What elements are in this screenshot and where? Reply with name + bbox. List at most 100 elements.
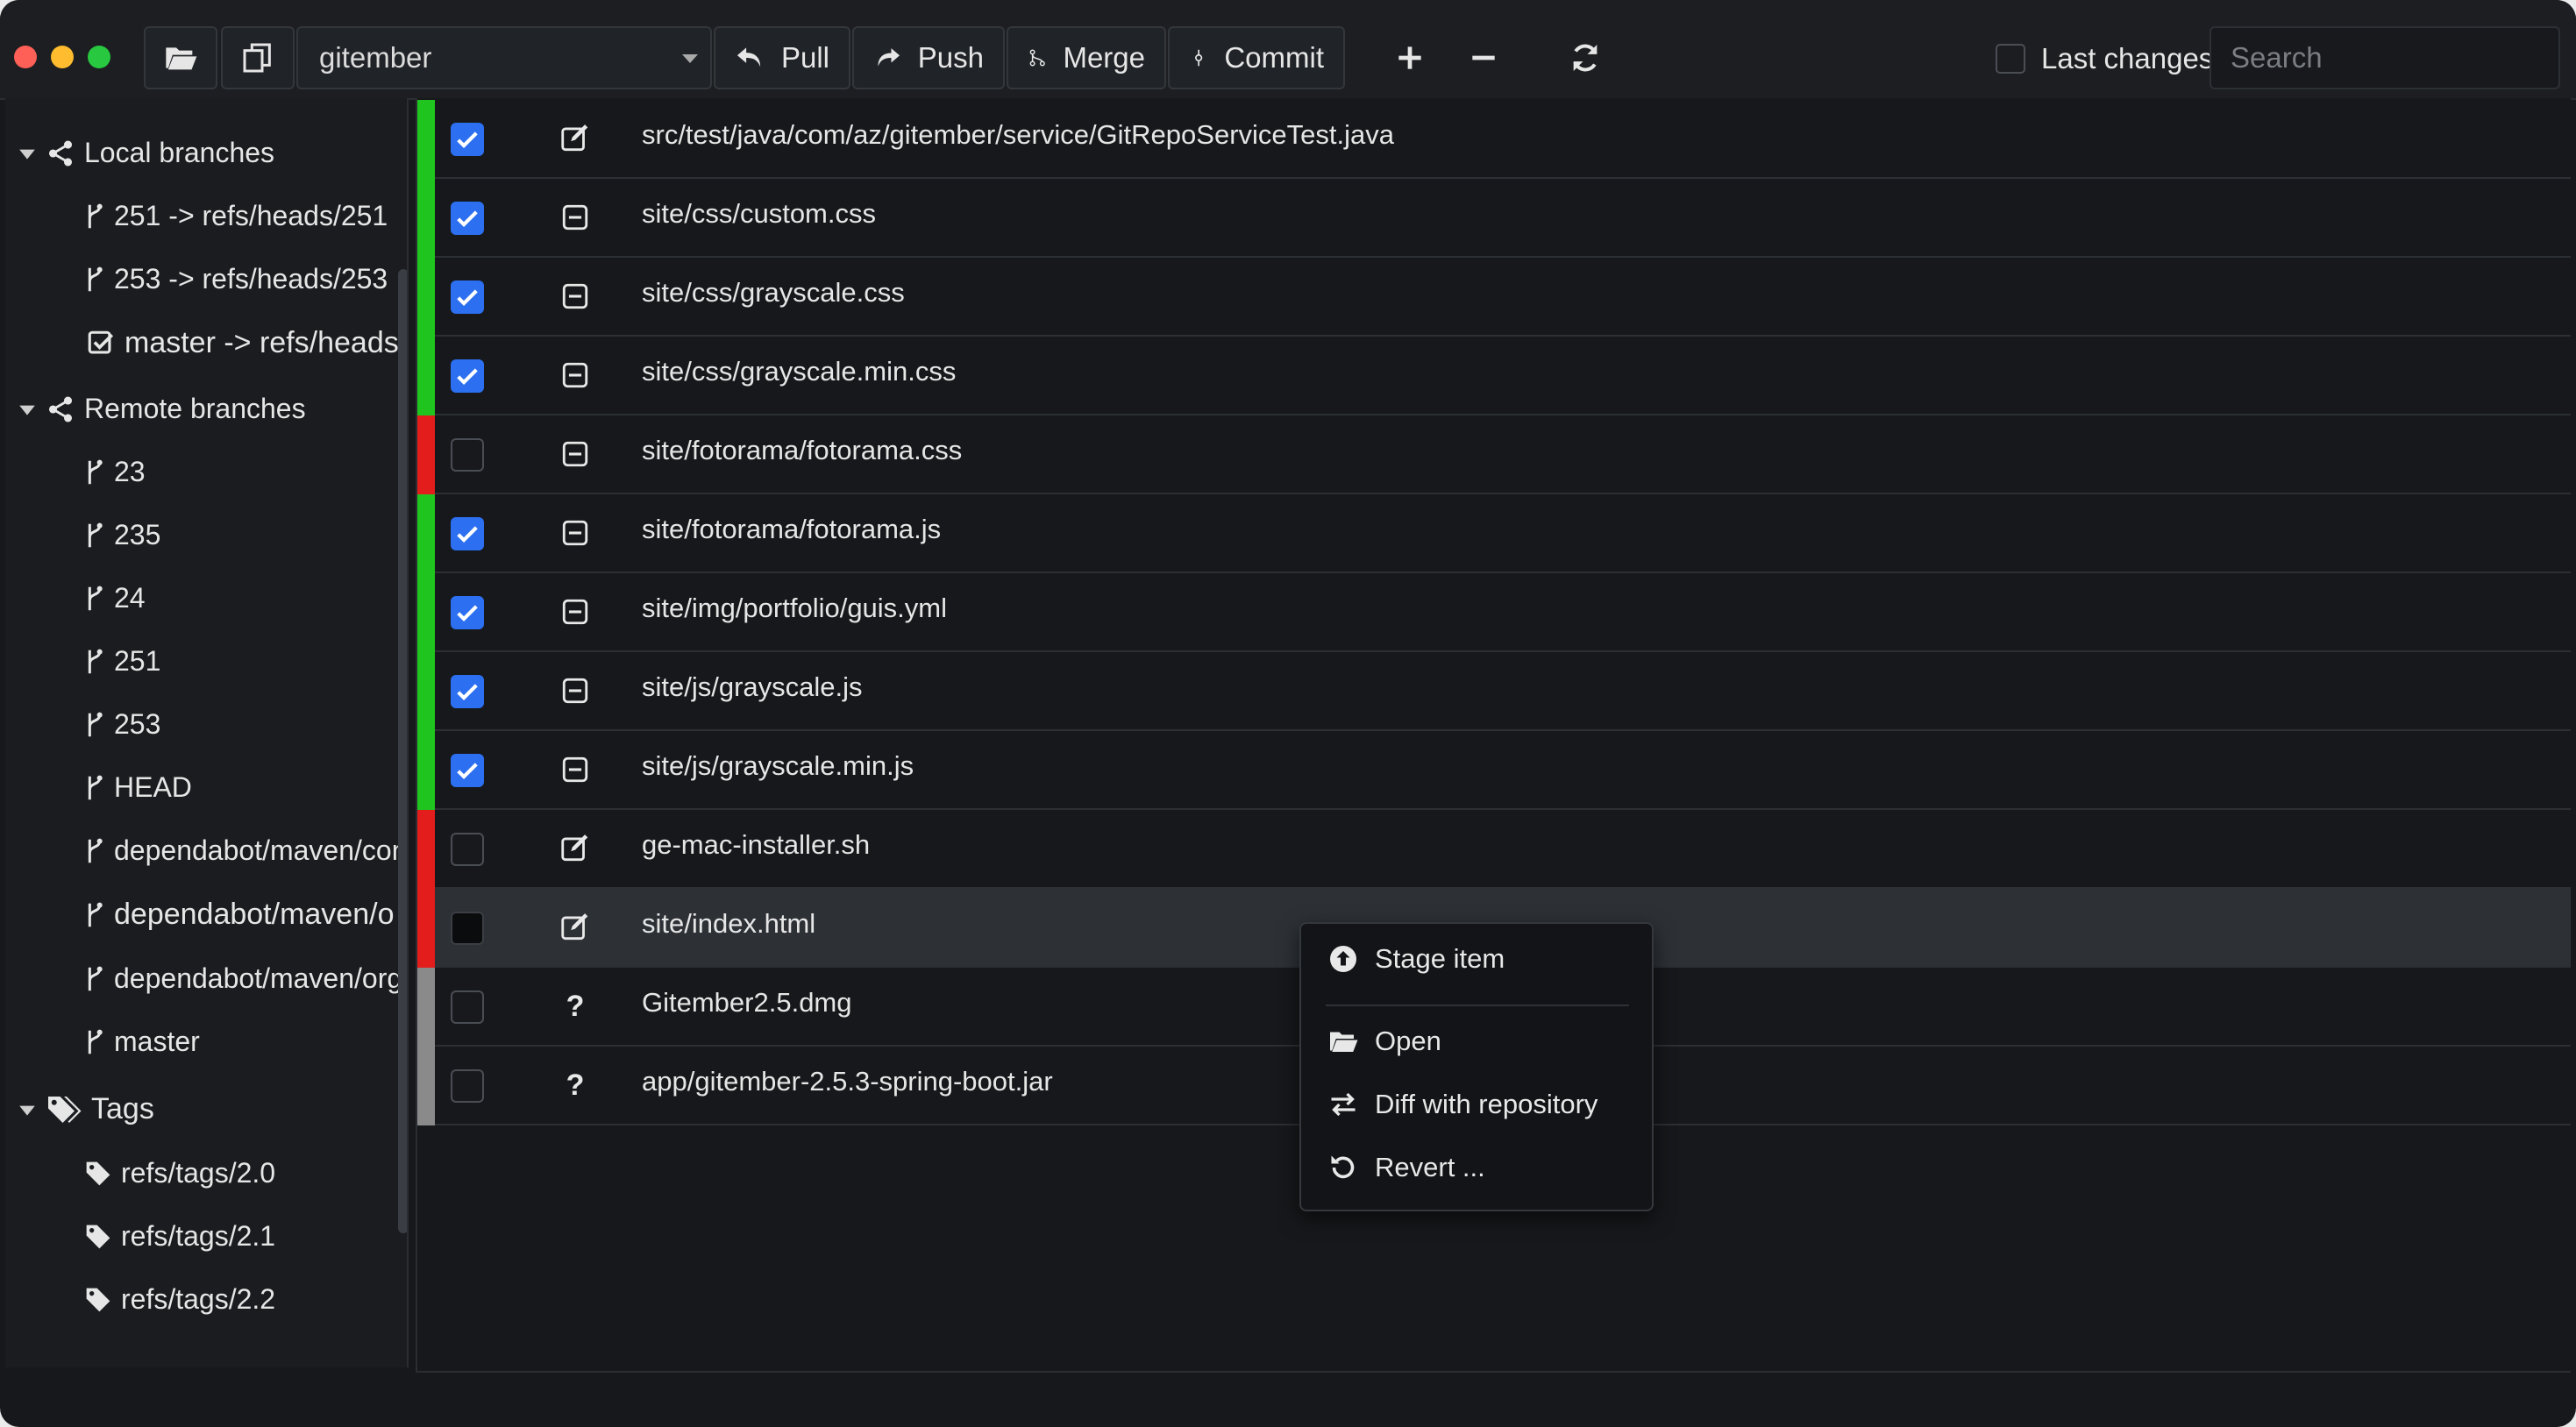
sidebar-item-tag[interactable]: refs/tags/2.2 xyxy=(84,1283,275,1316)
search-input[interactable] xyxy=(2210,26,2560,89)
stage-all-button[interactable] xyxy=(1387,35,1433,81)
commit-button[interactable]: Commit xyxy=(1168,26,1345,89)
plus-icon xyxy=(1398,46,1421,69)
unstage-all-button[interactable] xyxy=(1461,35,1506,81)
app-window: gitember Pull Push Merge Commit Last cha… xyxy=(0,0,2576,1427)
toolbar: gitember Pull Push Merge Commit Last cha… xyxy=(0,0,2576,100)
sidebar-vertical-scrollbar[interactable] xyxy=(398,269,407,1233)
tags-node[interactable]: Tags xyxy=(18,1092,154,1126)
status-icon xyxy=(558,515,593,550)
chevron-down-icon xyxy=(682,54,698,63)
tag-icon xyxy=(86,1288,110,1311)
stage-checkbox[interactable] xyxy=(451,123,484,156)
last-changes-toggle[interactable]: Last changes xyxy=(1996,42,2213,75)
stage-checkbox[interactable] xyxy=(451,359,484,393)
sidebar-item-remote-branch[interactable]: HEAD xyxy=(84,771,192,804)
file-row[interactable]: site/fotorama/fotorama.js xyxy=(417,494,2571,573)
branch-label: master xyxy=(114,1026,200,1057)
close-window-button[interactable] xyxy=(14,46,37,68)
sidebar-item-local-branch[interactable]: 253 -> refs/heads/253 xyxy=(84,263,388,295)
sidebar-item-remote-branch[interactable]: 251 xyxy=(84,645,160,678)
menu-item-open[interactable]: Open xyxy=(1327,1026,1441,1057)
menu-separator xyxy=(1326,1005,1629,1006)
push-button[interactable]: Push xyxy=(852,26,1005,89)
stage-checkbox[interactable] xyxy=(451,754,484,787)
clone-button[interactable] xyxy=(221,26,295,89)
pull-button[interactable]: Pull xyxy=(714,26,850,89)
file-row[interactable]: site/css/grayscale.css xyxy=(417,258,2571,337)
sidebar-item-remote-branch[interactable]: 24 xyxy=(84,582,146,614)
minus-square-icon xyxy=(562,204,588,231)
repository-select[interactable]: gitember xyxy=(296,26,712,89)
stage-checkbox[interactable] xyxy=(451,202,484,235)
file-row[interactable]: site/js/grayscale.min.js xyxy=(417,731,2571,810)
menu-item-diff[interactable]: Diff with repository xyxy=(1327,1089,1598,1120)
stage-checkbox[interactable] xyxy=(451,438,484,472)
commit-icon xyxy=(1195,49,1203,67)
sidebar-item-remote-branch[interactable]: master xyxy=(84,1026,200,1058)
status-strip xyxy=(417,889,435,968)
status-icon xyxy=(558,279,593,314)
menu-item-revert[interactable]: Revert ... xyxy=(1327,1152,1485,1183)
caret-down-icon xyxy=(19,1105,35,1116)
status-icon xyxy=(558,121,593,156)
checkmark-icon xyxy=(457,131,478,149)
branch-label: 253 xyxy=(114,708,161,740)
branch-icon xyxy=(88,459,103,484)
merge-button[interactable]: Merge xyxy=(1007,26,1166,89)
sidebar-item-remote-branch[interactable]: 253 xyxy=(84,708,160,741)
minus-square-icon xyxy=(562,520,588,546)
file-row[interactable]: site/img/portfolio/guis.yml xyxy=(417,573,2571,652)
file-row[interactable]: site/css/custom.css xyxy=(417,179,2571,258)
last-changes-checkbox[interactable] xyxy=(1996,44,2025,74)
file-row[interactable]: site/js/grayscale.js xyxy=(417,652,2571,731)
minimize-window-button[interactable] xyxy=(51,46,74,68)
stage-checkbox[interactable] xyxy=(451,675,484,708)
sidebar-item-tag[interactable]: refs/tags/2.0 xyxy=(84,1157,275,1189)
refresh-button[interactable] xyxy=(1562,35,1608,81)
checkmark-icon xyxy=(457,605,478,622)
file-row[interactable]: site/fotorama/fotorama.css xyxy=(417,415,2571,494)
menu-item-label: Stage item xyxy=(1375,943,1505,974)
tag-icon xyxy=(86,1225,110,1248)
sidebar-item-remote-branch[interactable]: dependabot/maven/o xyxy=(84,898,394,932)
stage-checkbox[interactable] xyxy=(451,990,484,1024)
stage-checkbox[interactable] xyxy=(451,280,484,314)
sidebar-item-remote-branch[interactable]: 235 xyxy=(84,519,160,551)
sidebar-item-tag[interactable]: refs/tags/2.1 xyxy=(84,1220,275,1253)
checkmark-icon xyxy=(457,763,478,780)
stage-checkbox[interactable] xyxy=(451,517,484,550)
status-strip xyxy=(417,810,435,889)
sidebar-item-remote-branch[interactable]: dependabot/maven/com xyxy=(84,834,409,867)
local-branches-node[interactable]: Local branches xyxy=(18,137,274,169)
status-strip xyxy=(417,968,435,1047)
branch-label: dependabot/maven/com xyxy=(114,834,409,866)
branch-label: dependabot/maven/o xyxy=(114,898,395,931)
sidebar-item-remote-branch[interactable]: dependabot/maven/org. xyxy=(84,962,407,995)
file-path: site/js/grayscale.min.js xyxy=(642,750,914,781)
status-strip xyxy=(417,731,435,810)
maximize-window-button[interactable] xyxy=(88,46,110,68)
file-path: site/fotorama/fotorama.js xyxy=(642,514,942,544)
file-row[interactable]: ge-mac-installer.sh xyxy=(417,810,2571,889)
status-strip xyxy=(417,494,435,573)
open-repository-button[interactable] xyxy=(144,26,217,89)
stage-checkbox[interactable] xyxy=(451,1069,484,1103)
sidebar-item-remote-branch[interactable]: 23 xyxy=(84,456,146,488)
tag-label: refs/tags/2.0 xyxy=(121,1157,276,1189)
remote-branches-node[interactable]: Remote branches xyxy=(18,393,306,425)
stage-checkbox[interactable] xyxy=(451,912,484,945)
copy-icon xyxy=(243,43,271,73)
menu-item-label: Diff with repository xyxy=(1375,1089,1598,1119)
stage-checkbox[interactable] xyxy=(451,596,484,629)
file-row[interactable]: src/test/java/com/az/gitember/service/Gi… xyxy=(417,100,2571,179)
menu-item-stage[interactable]: Stage item xyxy=(1327,943,1505,975)
file-path: site/js/grayscale.js xyxy=(642,671,863,702)
sidebar-item-local-branch-current[interactable]: master -> refs/heads/master xyxy=(86,326,407,360)
sidebar-item-local-branch[interactable]: 251 -> refs/heads/251 xyxy=(84,200,388,232)
branch-label: 251 xyxy=(114,645,161,677)
tag-label: refs/tags/2.2 xyxy=(121,1283,276,1315)
file-row[interactable]: site/css/grayscale.min.css xyxy=(417,337,2571,415)
stage-checkbox[interactable] xyxy=(451,833,484,866)
status-strip xyxy=(417,415,435,494)
